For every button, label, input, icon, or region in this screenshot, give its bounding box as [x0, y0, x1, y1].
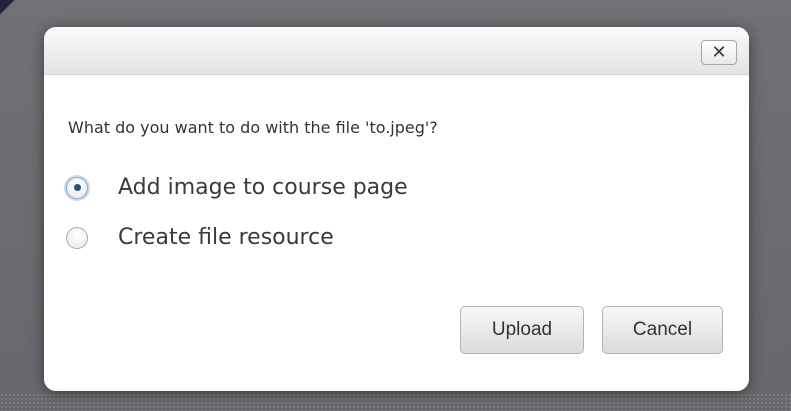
dialog-header: ✕ — [44, 27, 749, 75]
option-add-image[interactable]: Add image to course page — [66, 175, 408, 200]
radio-selected-dot — [73, 184, 81, 191]
radio-add-image[interactable] — [66, 176, 88, 199]
backdrop-texture — [0, 393, 791, 411]
option-add-image-label[interactable]: Add image to course page — [118, 175, 408, 200]
upload-button[interactable]: Upload — [460, 306, 584, 354]
cancel-button[interactable]: Cancel — [602, 306, 723, 354]
option-create-file-resource-label[interactable]: Create file resource — [118, 225, 334, 250]
close-button[interactable]: ✕ — [701, 40, 737, 65]
corner-decoration — [0, 0, 16, 16]
dialog-question: What do you want to do with the file 'to… — [68, 118, 438, 137]
option-create-file-resource[interactable]: Create file resource — [66, 225, 334, 250]
file-action-dialog: ✕ What do you want to do with the file '… — [44, 27, 749, 391]
close-icon: ✕ — [711, 41, 727, 63]
radio-create-file-resource[interactable] — [66, 226, 88, 249]
